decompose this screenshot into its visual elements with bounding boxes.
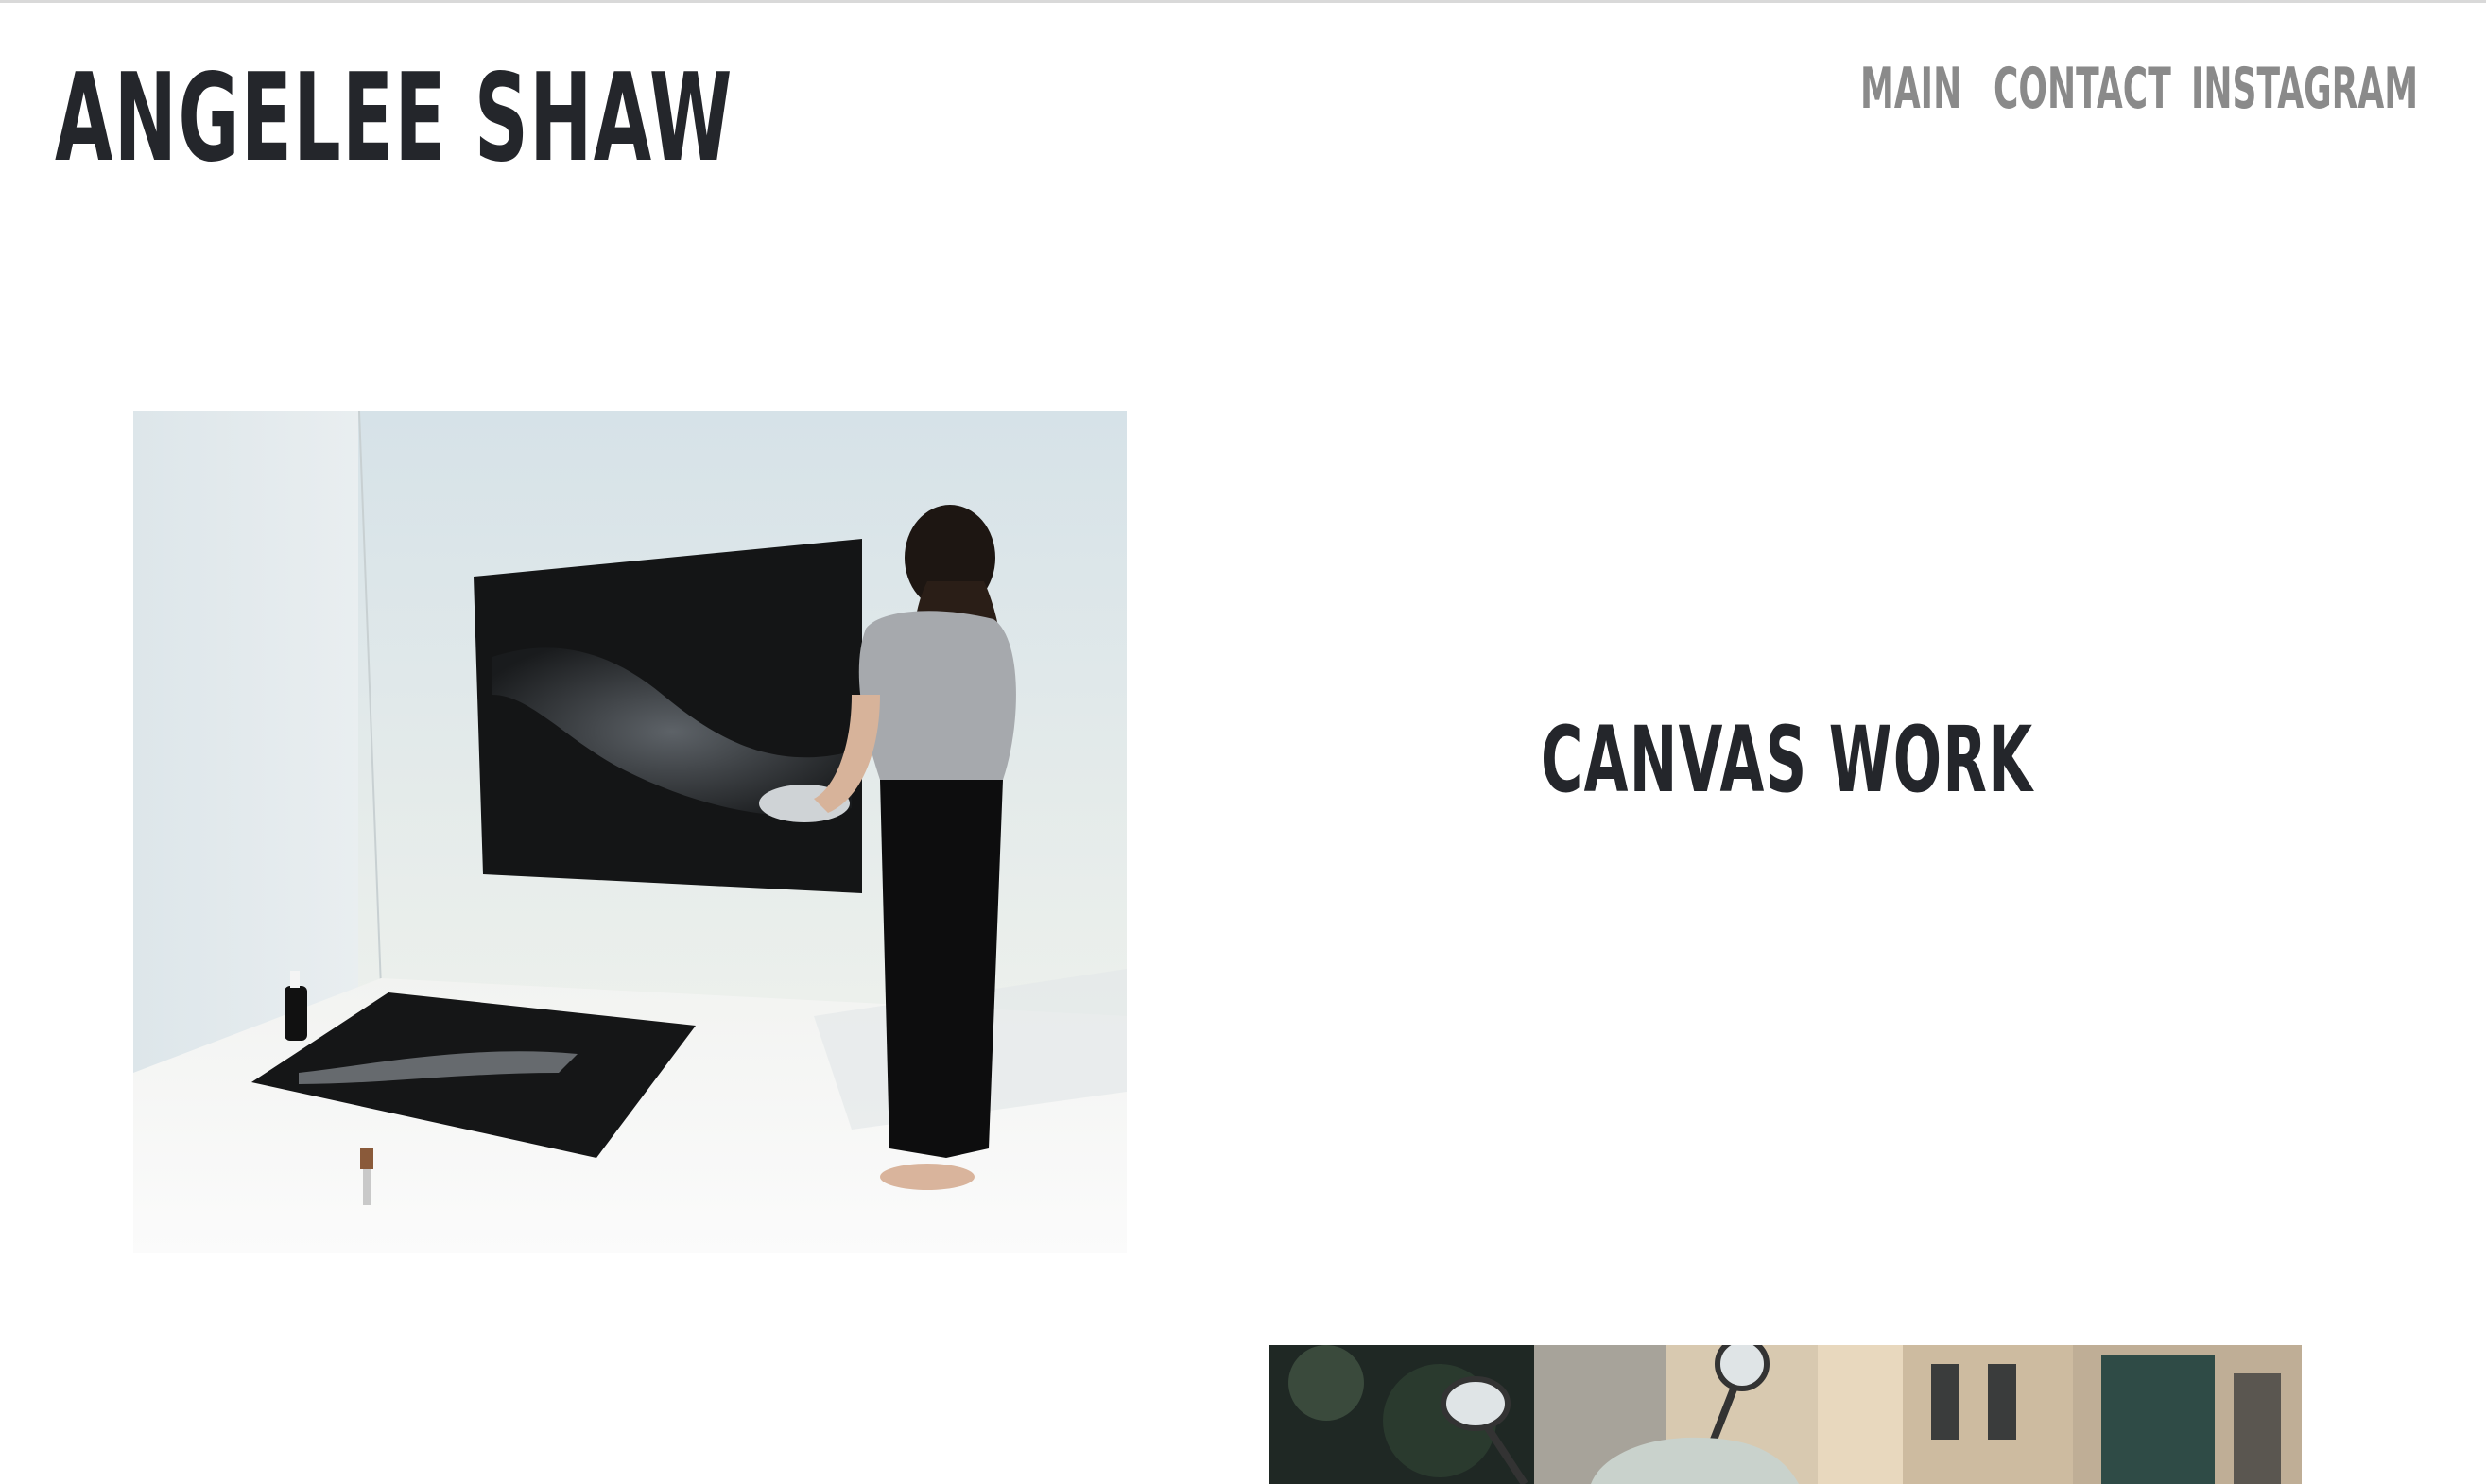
street-photo-illustration [1269, 1345, 2302, 1484]
studio-photo-illustration [133, 411, 1127, 1253]
canvas-work-image[interactable] [133, 411, 1127, 1253]
canvas-work-heading[interactable]: CANVAS WORK [1541, 715, 2033, 805]
nav-contact-link[interactable]: CONTACT [1994, 60, 2171, 117]
main-nav: MAIN CONTACT INSTAGRAM [1853, 60, 2418, 127]
site-title[interactable]: ANGELEE SHAW [55, 59, 734, 180]
nav-instagram-link[interactable]: INSTAGRAM [2191, 60, 2418, 117]
nav-main-link[interactable]: MAIN [1860, 60, 1961, 117]
top-divider [0, 0, 2486, 3]
street-photo-image[interactable] [1269, 1345, 2302, 1484]
